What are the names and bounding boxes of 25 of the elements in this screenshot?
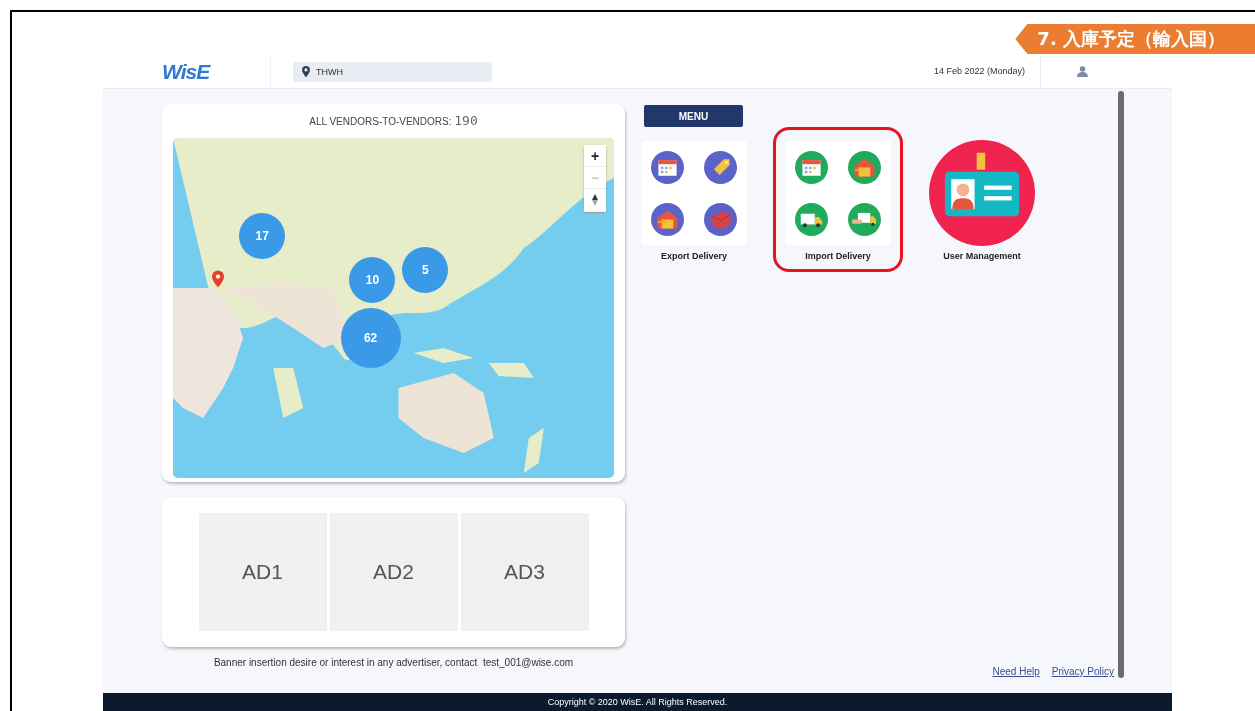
ad-placeholder[interactable]: AD1 bbox=[198, 513, 327, 631]
scrollbar[interactable] bbox=[1118, 91, 1124, 678]
menu-tile[interactable] bbox=[785, 141, 891, 245]
date-text: 14 Feb 2022 (Monday) bbox=[933, 55, 1041, 88]
footer-link[interactable]: Privacy Policy bbox=[1051, 666, 1114, 677]
zoom-button[interactable]: + bbox=[584, 145, 606, 167]
copyright-text: Copyright © 2020 WisE. All Rights Reserved. bbox=[547, 697, 728, 707]
map-title: ALL VENDORS-TO-VENDORS: 190 bbox=[308, 112, 479, 130]
menu-label[interactable]: Export Delivery bbox=[661, 251, 727, 261]
ad-placeholder[interactable]: AD2 bbox=[329, 513, 458, 631]
banner-text: Banner insertion desire or interest in any advertiser, contact test_001@wise.com bbox=[212, 657, 575, 668]
logo: WisE bbox=[162, 55, 271, 88]
menu-label[interactable]: User Management bbox=[943, 251, 1021, 261]
menu-title: MENU bbox=[644, 105, 743, 127]
map-pin-icon[interactable] bbox=[212, 270, 224, 288]
location-pin-icon bbox=[302, 66, 310, 77]
menu-label[interactable]: Import Delivery bbox=[805, 251, 871, 261]
slide-tag: 7. 入庫予定（輸入国） bbox=[1015, 24, 1255, 54]
menu-tile[interactable] bbox=[641, 141, 747, 245]
compass-icon[interactable] bbox=[592, 194, 598, 206]
footer-link[interactable]: Need Help bbox=[992, 666, 1040, 677]
location-field[interactable]: THWH bbox=[293, 61, 492, 82]
user-icon[interactable] bbox=[1077, 66, 1088, 77]
id-card-icon[interactable] bbox=[929, 140, 1035, 246]
ad-placeholder[interactable]: AD3 bbox=[460, 513, 589, 631]
